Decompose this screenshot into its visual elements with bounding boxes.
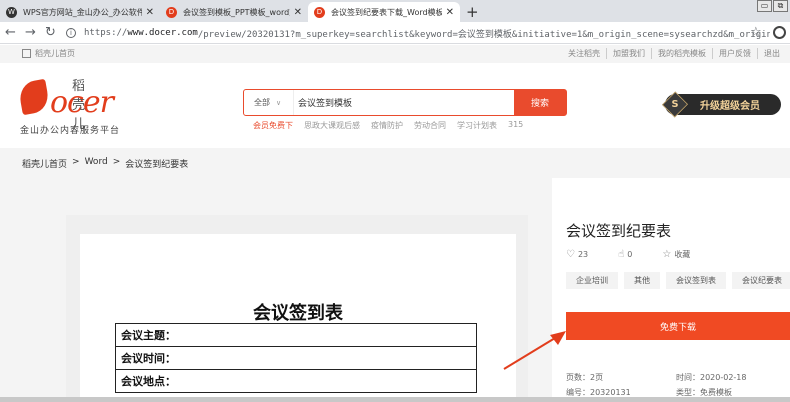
site-header: ocer 稻壳儿 金山办公内容服务平台 全部 ∨ 搜索 会员免费下 思政大课观后… <box>0 63 790 148</box>
hot-word[interactable]: 学习计划表 <box>457 120 497 131</box>
like-count[interactable]: ♡ 23 <box>566 249 588 260</box>
hot-word[interactable]: 疫情防护 <box>371 120 403 131</box>
breadcrumb-home[interactable]: 稻壳儿首页 <box>22 157 67 170</box>
meta-time: 时间：2020-02-18 <box>676 373 747 382</box>
search-box: 全部 ∨ 搜索 <box>243 89 567 116</box>
logo-mark-icon <box>17 78 51 116</box>
util-home-link[interactable]: 稻壳儿首页 <box>22 48 75 59</box>
thumb-count-value: 0 <box>627 250 633 259</box>
vip-button-label: 升级超级会员 <box>700 101 760 112</box>
chevron-down-icon: ∨ <box>276 98 282 107</box>
util-link-follow[interactable]: 关注稻壳 <box>562 48 606 59</box>
wps-favicon-icon: W <box>6 6 17 18</box>
tab-strip: W WPS官方网站_金山办公_办公软件 ✕ D 会议签到模板_PPT模板_wor… <box>0 0 790 22</box>
free-download-button[interactable]: 免费下载 <box>566 312 790 340</box>
like-count-value: 23 <box>577 250 589 259</box>
minimize-button[interactable]: ▭ <box>757 0 772 12</box>
url-host: www.docer.com <box>127 28 198 38</box>
document-page: 会议签到表 会议主题： 会议时间： 会议地点： <box>80 234 516 402</box>
url-path: /preview/20320131?m_superkey=searchlist&… <box>197 29 770 40</box>
search-input[interactable] <box>294 90 514 115</box>
horizontal-scrollbar[interactable] <box>0 397 790 402</box>
tab-title: 会议签到模板_PPT模板_word文档 <box>183 7 290 17</box>
util-home-label: 稻壳儿首页 <box>35 49 75 58</box>
thumb-count[interactable]: ☝ 0 <box>618 249 632 260</box>
hot-word[interactable]: 思政大课观后感 <box>304 120 360 131</box>
profile-icon[interactable] <box>773 26 786 39</box>
info-icon[interactable]: i <box>66 28 76 38</box>
hot-word[interactable]: 会员免费下 <box>253 120 293 131</box>
breadcrumb-separator: > <box>112 157 121 167</box>
breadcrumb-current: 会议签到纪要表 <box>125 160 189 170</box>
docer-favicon-icon: D <box>166 6 177 18</box>
main-content: 会议签到表 会议主题： 会议时间： 会议地点： 会议签到纪要表 ♡ 23 ☝ 0 ☆… <box>0 178 790 402</box>
table-cell: 会议时间： <box>115 346 477 370</box>
util-bar: 稻壳儿首页 关注稻壳 加盟我们 我的稻壳模板 用户反馈 退出 <box>0 45 790 63</box>
hot-word[interactable]: 劳动合同 <box>414 120 446 131</box>
document-title: 会议签到表 <box>253 303 343 324</box>
like-icon: ♡ <box>566 249 575 260</box>
star-icon: ☆ <box>662 249 672 260</box>
util-link-join[interactable]: 加盟我们 <box>606 48 651 59</box>
favorite-button[interactable]: ☆ 收藏 <box>662 249 690 260</box>
table-row: 会议时间： <box>115 346 477 370</box>
vip-badge-icon: S <box>662 91 688 118</box>
tab-current[interactable]: D 会议签到纪要表下载_Word模板_ ✕ <box>308 2 460 22</box>
util-links: 关注稻壳 加盟我们 我的稻壳模板 用户反馈 退出 <box>562 48 786 59</box>
document-preview: 会议签到表 会议主题： 会议时间： 会议地点： <box>66 215 528 402</box>
breadcrumb-separator: > <box>72 157 80 167</box>
tab-title: WPS官方网站_金山办公_办公软件 <box>23 7 142 17</box>
tag[interactable]: 企业培训 <box>566 272 618 289</box>
tab-wps[interactable]: W WPS官方网站_金山办公_办公软件 ✕ <box>0 2 160 22</box>
close-icon[interactable]: ✕ <box>294 7 302 18</box>
search-scope-select[interactable]: 全部 ∨ <box>244 90 294 115</box>
browser-toolbar: ← → ↻ i https://www.docer.com/preview/20… <box>0 22 790 44</box>
vip-badge-glyph: S <box>671 98 679 111</box>
logo-slogan: 金山办公内容服务平台 <box>20 126 121 136</box>
favorite-label: 收藏 <box>674 250 691 259</box>
hot-word[interactable]: 315 <box>508 120 523 131</box>
document-table: 会议主题： 会议时间： 会议地点： <box>115 323 477 393</box>
search-button[interactable]: 搜索 <box>514 90 566 115</box>
util-link-logout[interactable]: 退出 <box>757 48 786 59</box>
restore-button[interactable]: ⧉ <box>773 0 788 12</box>
breadcrumb-category[interactable]: Word <box>85 157 108 170</box>
tab-title: 会议签到纪要表下载_Word模板_ <box>331 7 442 17</box>
address-bar[interactable]: i https://www.docer.com/preview/20320131… <box>66 24 770 42</box>
document-tags: 企业培训 其他 会议签到表 会议纪要表 <box>566 272 790 289</box>
table-row: 会议地点： <box>115 369 477 393</box>
breadcrumb-bar: 稻壳儿首页 > Word > 会议签到纪要表 <box>0 148 790 178</box>
tag[interactable]: 会议签到表 <box>666 272 726 289</box>
home-icon <box>22 49 31 58</box>
bookmark-star-icon[interactable]: ☆ <box>750 25 762 40</box>
docer-favicon-icon: D <box>314 6 325 18</box>
thumbs-up-icon: ☝ <box>618 249 625 260</box>
forward-arrow-icon[interactable]: → <box>25 25 36 40</box>
table-cell: 会议地点： <box>115 369 477 393</box>
table-cell: 会议主题： <box>115 323 477 347</box>
annotation-arrow-icon <box>503 331 566 370</box>
document-stats: ♡ 23 ☝ 0 ☆ 收藏 <box>566 249 720 260</box>
document-info-panel: 会议签到纪要表 ♡ 23 ☝ 0 ☆ 收藏 企业培训 其他 会议签到表 会议纪要表 免… <box>552 178 790 402</box>
search-scope-label: 全部 <box>254 98 270 107</box>
table-row: 会议主题： <box>115 323 477 347</box>
close-icon[interactable]: ✕ <box>446 7 454 18</box>
document-name: 会议签到纪要表 <box>566 222 672 240</box>
breadcrumb: 稻壳儿首页 > Word > 会议签到纪要表 <box>22 157 188 170</box>
tag[interactable]: 其他 <box>624 272 660 289</box>
close-icon[interactable]: ✕ <box>146 7 154 18</box>
util-link-my-templates[interactable]: 我的稻壳模板 <box>651 48 712 59</box>
hot-words: 会员免费下 思政大课观后感 疫情防护 劳动合同 学习计划表 315 <box>253 120 534 131</box>
util-link-feedback[interactable]: 用户反馈 <box>712 48 757 59</box>
back-arrow-icon[interactable]: ← <box>5 25 16 40</box>
meta-pages: 页数：2页 <box>566 373 604 382</box>
tag[interactable]: 会议纪要表 <box>732 272 790 289</box>
url-scheme: https:// <box>84 28 128 38</box>
new-tab-button[interactable]: + <box>466 3 479 21</box>
upgrade-vip-button[interactable]: S 升级超级会员 <box>662 91 781 118</box>
reload-icon[interactable]: ↻ <box>45 25 56 40</box>
tab-template-list[interactable]: D 会议签到模板_PPT模板_word文档 ✕ <box>160 2 308 22</box>
